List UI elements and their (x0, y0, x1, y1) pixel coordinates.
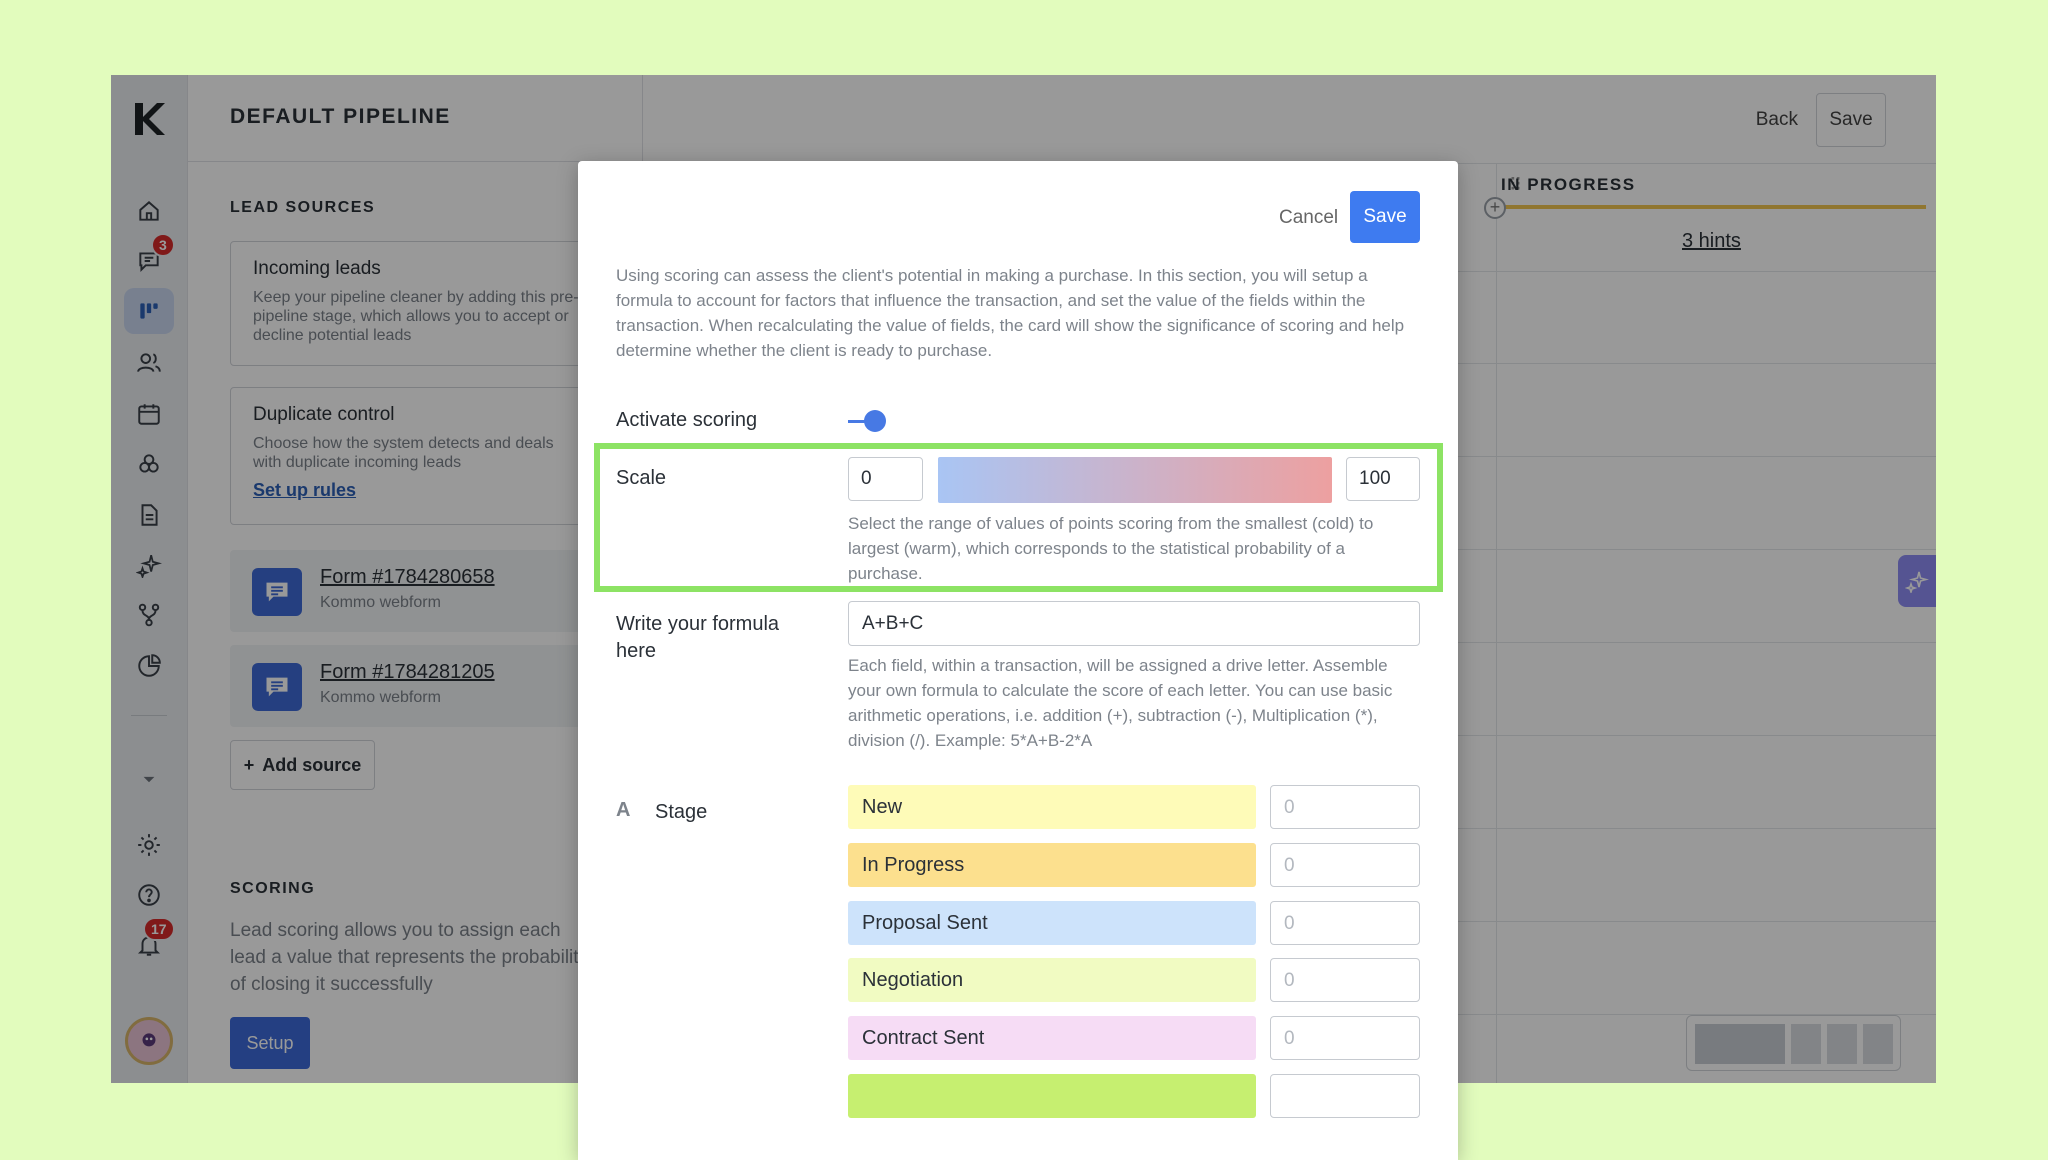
formula-input[interactable]: A+B+C (848, 601, 1420, 646)
stage-name-proposal-sent: Proposal Sent (848, 901, 1256, 945)
stage-name-new: New (848, 785, 1256, 829)
stage-name-next (848, 1074, 1256, 1118)
scale-help-text: Select the range of values of points sco… (848, 514, 1374, 583)
formula-help-text: Each field, within a transaction, will b… (848, 656, 1393, 750)
stage-score-input[interactable] (1270, 1074, 1420, 1118)
save-button[interactable]: Save (1350, 191, 1420, 243)
field-letter: A (616, 799, 631, 821)
formula-label: Write your formula here (616, 613, 780, 662)
stage-score-input[interactable]: 0 (1270, 1016, 1420, 1060)
activate-scoring-toggle[interactable] (848, 410, 886, 432)
stage-name-negotiation: Negotiation (848, 958, 1256, 1002)
scoring-intro-text: Using scoring can assess the client's po… (616, 266, 1405, 360)
scale-gradient-bar (938, 457, 1332, 503)
stage-score-input[interactable]: 0 (1270, 785, 1420, 829)
scoring-modal: Cancel Save Using scoring can assess the… (578, 161, 1458, 1160)
scale-label: Scale (616, 467, 667, 489)
scale-max-input[interactable]: 100 (1346, 457, 1420, 501)
stage-score-input[interactable]: 0 (1270, 843, 1420, 887)
scale-min-input[interactable]: 0 (848, 457, 923, 501)
activate-scoring-label: Activate scoring (616, 409, 758, 431)
field-label: Stage (655, 801, 708, 823)
stage-score-input[interactable]: 0 (1270, 901, 1420, 945)
stage-score-input[interactable]: 0 (1270, 958, 1420, 1002)
cancel-button[interactable]: Cancel (1279, 207, 1338, 229)
stage-name-contract-sent: Contract Sent (848, 1016, 1256, 1060)
stage-name-in-progress: In Progress (848, 843, 1256, 887)
